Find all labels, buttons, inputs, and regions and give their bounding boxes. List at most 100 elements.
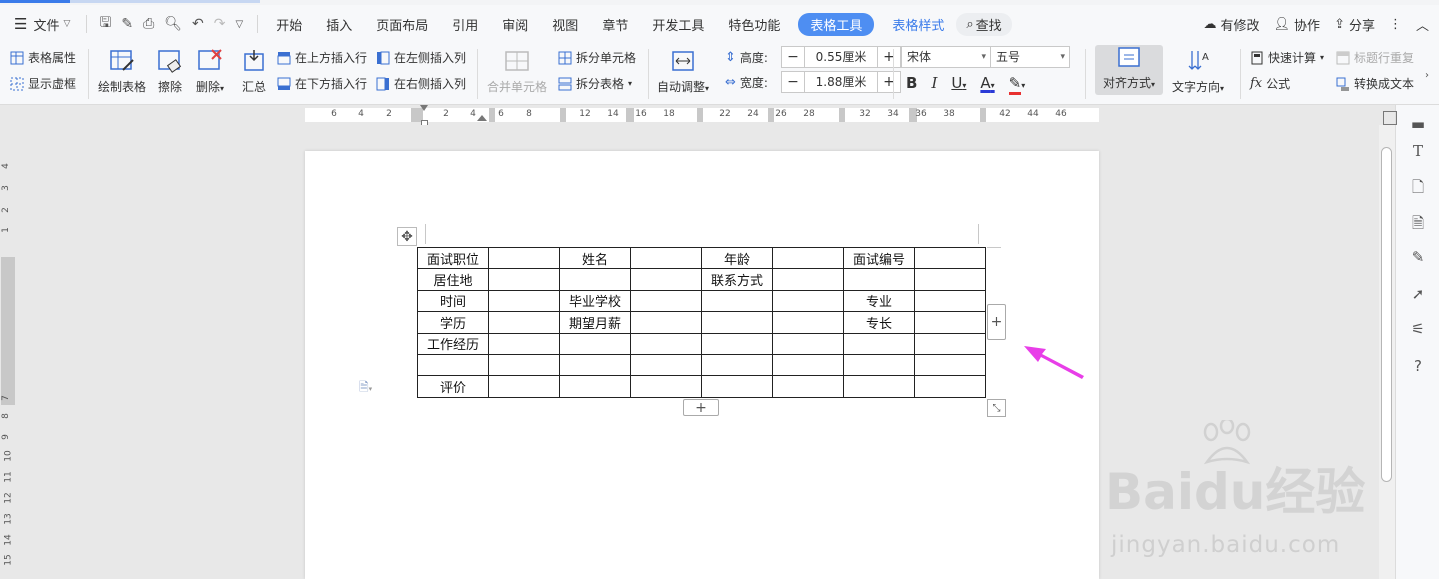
table-cell[interactable] <box>488 268 560 291</box>
delete-button[interactable]: 删除▾ <box>196 48 224 95</box>
table-cell[interactable] <box>488 375 560 398</box>
table-cell[interactable] <box>772 353 844 377</box>
show-gridlines-button[interactable]: 显示虚框 <box>10 75 76 92</box>
table-cell[interactable] <box>772 332 844 355</box>
minus-icon[interactable]: − <box>782 74 804 90</box>
table-cell[interactable] <box>701 311 773 334</box>
pen-icon[interactable]: ✎ <box>1408 248 1428 268</box>
share-button[interactable]: ⇪ 分享 <box>1334 15 1375 34</box>
first-line-indent-marker[interactable] <box>420 105 428 111</box>
customize-icon[interactable]: ▽ <box>236 19 244 30</box>
minus-icon[interactable]: − <box>782 49 804 65</box>
insert-above-button[interactable]: 在上方插入行 <box>277 49 367 66</box>
table-cell[interactable] <box>843 268 915 291</box>
add-row-button[interactable]: + <box>683 399 719 416</box>
table-cell[interactable] <box>914 268 986 291</box>
paragraph-layout-icon[interactable]: 🗎︎▾ <box>359 378 383 394</box>
font-color-button[interactable]: A▾ <box>980 74 994 92</box>
tab-table-style[interactable]: 表格样式 <box>880 15 956 34</box>
table-cell[interactable] <box>914 289 986 313</box>
tab-home[interactable]: 开始 <box>264 15 314 34</box>
more-icon[interactable]: ⋮ <box>1389 17 1402 32</box>
font-name-select[interactable]: 宋体 ▾ <box>901 46 991 68</box>
undo-icon[interactable]: ↶ <box>192 16 204 32</box>
summary-button[interactable]: 汇总 <box>241 48 267 95</box>
tab-view[interactable]: 视图 <box>540 15 590 34</box>
tab-developer[interactable]: 开发工具 <box>640 15 716 34</box>
ruler-toggle-icon[interactable] <box>1383 111 1397 125</box>
table-cell[interactable] <box>559 375 631 398</box>
table-cell[interactable] <box>843 332 915 355</box>
bold-button[interactable]: B <box>906 74 917 92</box>
tab-table-tools[interactable]: 表格工具 <box>798 12 875 36</box>
table-cell[interactable] <box>914 332 986 355</box>
text-style-icon[interactable]: T <box>1408 142 1428 162</box>
ruler-column-marker[interactable] <box>626 108 634 122</box>
tab-review[interactable]: 审阅 <box>490 15 540 34</box>
table-cell[interactable]: 学历 <box>417 311 489 334</box>
ribbon-scroll-icon[interactable]: › <box>1425 70 1429 81</box>
table-cell[interactable] <box>488 332 560 355</box>
cursor-icon[interactable]: ➚ <box>1408 285 1428 305</box>
split-table-button[interactable]: 拆分表格 ▾ <box>558 75 632 92</box>
table-cell[interactable] <box>772 268 844 291</box>
insert-below-button[interactable]: 在下方插入行 <box>277 75 367 92</box>
table-cell[interactable] <box>772 246 844 270</box>
table-cell[interactable]: 期望月薪 <box>559 311 631 334</box>
height-value[interactable]: 0.55厘米 <box>804 47 878 67</box>
table-cell[interactable] <box>559 353 631 377</box>
document-icon[interactable]: 🗋 <box>1408 177 1428 197</box>
draw-table-button[interactable]: 绘制表格 <box>98 48 146 95</box>
table-cell[interactable] <box>914 353 986 377</box>
plus-icon[interactable]: + <box>878 74 900 90</box>
table-cell[interactable] <box>914 311 986 334</box>
italic-button[interactable]: I <box>931 74 937 92</box>
sliders-icon[interactable]: ⚟ <box>1408 320 1428 340</box>
table-cell[interactable] <box>559 332 631 355</box>
ruler-column-marker[interactable] <box>839 108 845 122</box>
collapse-icon[interactable]: ▬ <box>1408 115 1428 135</box>
table-cell[interactable] <box>630 246 702 270</box>
table-cell[interactable] <box>630 332 702 355</box>
table-cell[interactable] <box>559 268 631 291</box>
save-icon[interactable]: 🖫 <box>99 12 111 36</box>
print-icon[interactable]: ⎙ <box>143 16 154 32</box>
merge-cells-button[interactable]: 合并单元格 <box>487 48 547 95</box>
table-cell[interactable] <box>488 289 560 313</box>
table-cell[interactable]: 居住地 <box>417 268 489 291</box>
align-button[interactable]: 对齐方式▾ <box>1095 45 1163 95</box>
collapse-ribbon-icon[interactable]: ︿ <box>1416 15 1429 34</box>
table-cell[interactable] <box>488 311 560 334</box>
table-cell[interactable]: 姓名 <box>559 246 631 270</box>
table-cell[interactable] <box>417 353 489 377</box>
to-text-button[interactable]: 转换成文本 <box>1336 75 1414 92</box>
table-cell[interactable]: 时间 <box>417 289 489 313</box>
vertical-scrollbar[interactable] <box>1379 125 1395 579</box>
table-cell[interactable] <box>701 332 773 355</box>
ruler-column-marker[interactable] <box>768 108 774 122</box>
table-cell[interactable] <box>843 375 915 398</box>
split-cells-button[interactable]: 拆分单元格 <box>558 49 636 66</box>
table-cell[interactable]: 评价 <box>417 375 489 398</box>
table-cell[interactable]: 专业 <box>843 289 915 313</box>
table-props-button[interactable]: 表格属性 <box>10 49 76 66</box>
table-cell[interactable] <box>914 246 986 270</box>
tab-features[interactable]: 特色功能 <box>716 15 792 34</box>
plus-icon[interactable]: + <box>878 49 900 65</box>
table-resize-handle[interactable]: ⤡ <box>987 399 1006 417</box>
table-cell[interactable]: 联系方式 <box>701 268 773 291</box>
file-menu[interactable]: ☰ 文件 ▽ <box>0 15 80 34</box>
tab-section[interactable]: 章节 <box>590 15 640 34</box>
formula-button[interactable]: fx 公式 <box>1250 75 1290 92</box>
table-cell[interactable] <box>701 375 773 398</box>
collab-button[interactable]: 👤︎ 协作 <box>1274 15 1321 34</box>
insert-right-button[interactable]: 在右侧插入列 <box>376 75 466 92</box>
modified-button[interactable]: ☁ 有修改 <box>1204 15 1260 34</box>
tab-insert[interactable]: 插入 <box>314 15 364 34</box>
ruler-column-marker[interactable] <box>489 108 495 122</box>
tab-page-layout[interactable]: 页面布局 <box>364 15 440 34</box>
format-painter-icon[interactable]: ✎ <box>121 16 133 32</box>
table-cell[interactable]: 面试编号 <box>843 246 915 270</box>
table-cell[interactable] <box>772 375 844 398</box>
print-preview-icon[interactable]: 🔍︎ <box>164 16 182 32</box>
